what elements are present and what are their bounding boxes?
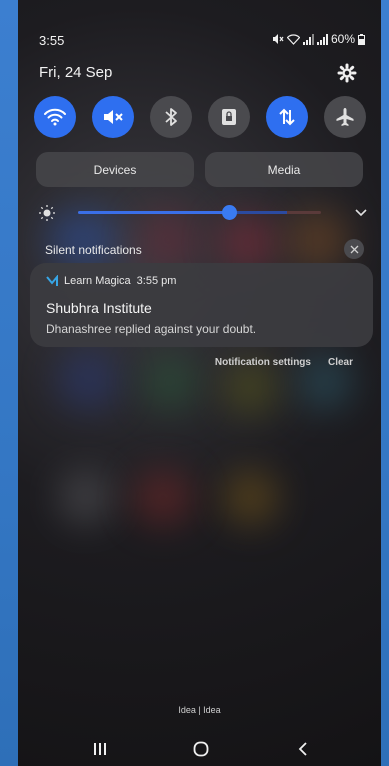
notification-shade: 3:55 60% Fri, 24 Sep Devices Media Silen…	[18, 0, 381, 766]
notification-actions: Notification settings Clear	[215, 357, 353, 368]
recent-apps-icon	[94, 743, 106, 755]
blurred-app-icon	[58, 350, 118, 410]
status-time: 3:55	[39, 33, 65, 48]
sound-toggle[interactable]	[92, 96, 134, 138]
brightness-icon	[39, 205, 55, 221]
notification-body: Dhanashree replied against your doubt.	[46, 322, 257, 336]
blurred-app-icon	[223, 470, 278, 525]
wifi-icon	[286, 33, 300, 45]
notification-header: Learn Magica 3:55 pm	[46, 275, 176, 287]
portrait-lock-icon	[222, 109, 236, 125]
quick-toggles	[34, 96, 366, 140]
notification-time: 3:55 pm	[136, 275, 177, 287]
device-media-row: Devices Media	[36, 152, 363, 188]
notification-title: Shubhra Institute	[46, 300, 152, 316]
back-icon	[298, 742, 307, 756]
date: Fri, 24 Sep	[39, 64, 113, 81]
blurred-app-icon	[143, 355, 198, 410]
mute-icon	[272, 34, 284, 44]
blurred-app-icon	[223, 360, 278, 415]
bluetooth-toggle[interactable]	[150, 96, 192, 138]
data-arrows-icon	[279, 108, 295, 126]
brightness-fill	[78, 211, 229, 214]
home-icon	[193, 741, 209, 757]
notification-app-name: Learn Magica	[64, 275, 131, 287]
media-button[interactable]: Media	[205, 152, 363, 187]
blurred-app-icon	[58, 470, 113, 525]
learn-magica-app-icon	[46, 275, 58, 286]
navigation-bar	[18, 735, 381, 763]
mobile-data-toggle[interactable]	[266, 96, 308, 138]
battery-icon	[358, 33, 365, 45]
brightness-slider-thumb[interactable]	[221, 205, 237, 220]
home-button[interactable]	[189, 739, 213, 759]
devices-button[interactable]: Devices	[36, 152, 194, 187]
gear-icon[interactable]	[337, 63, 357, 83]
signal-icon	[316, 33, 328, 45]
carrier-label: Idea | Idea	[178, 705, 221, 715]
bluetooth-icon	[165, 108, 177, 126]
airplane-toggle[interactable]	[324, 96, 366, 138]
recent-apps-button[interactable]	[88, 739, 112, 759]
chevron-down-icon[interactable]	[354, 205, 368, 219]
mute-icon	[104, 110, 123, 124]
clear-button[interactable]: Clear	[328, 357, 353, 368]
portrait-lock-toggle[interactable]	[208, 96, 250, 138]
status-icons: 60%	[272, 32, 365, 46]
notification-settings-button[interactable]: Notification settings	[215, 357, 311, 368]
brightness-track-mid	[228, 211, 287, 214]
airplane-icon	[336, 108, 354, 126]
signal-icon	[302, 33, 314, 45]
wifi-toggle[interactable]	[34, 96, 76, 138]
wifi-icon	[44, 108, 66, 126]
close-icon	[350, 245, 358, 253]
silent-notifications-label: Silent notifications	[45, 243, 142, 257]
status-bar: 3:55 60%	[18, 28, 381, 52]
dismiss-all-button[interactable]	[344, 239, 364, 259]
back-button[interactable]	[291, 739, 315, 759]
brightness-row	[38, 200, 368, 224]
blurred-app-icon	[133, 470, 193, 525]
battery-percent: 60%	[330, 32, 355, 46]
notification-card[interactable]: Learn Magica 3:55 pm Shubhra Institute D…	[30, 263, 373, 347]
